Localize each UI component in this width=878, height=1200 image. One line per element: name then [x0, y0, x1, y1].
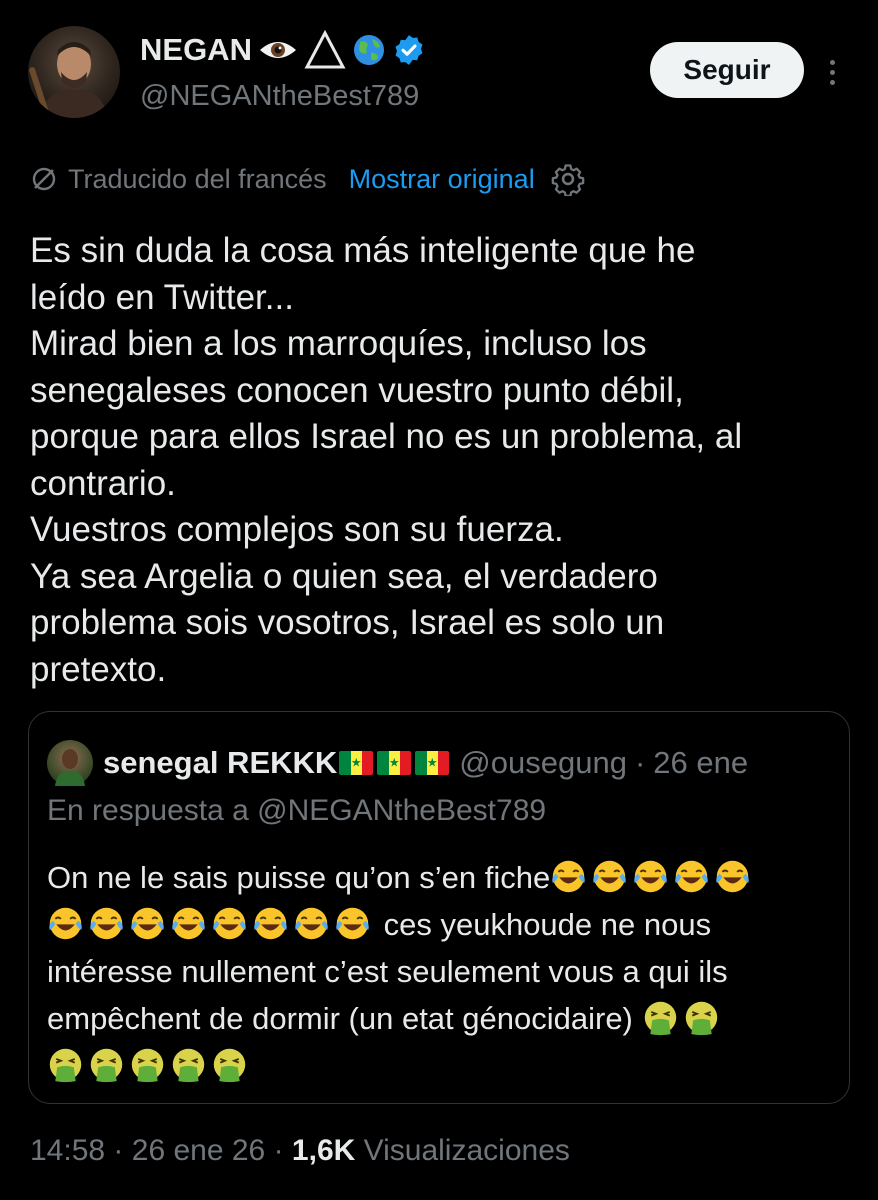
quoted-line-4: empêchent de dormir (un etat génocidaire…	[47, 995, 837, 1042]
joy-emoji-icon	[714, 858, 751, 895]
author-handle[interactable]: @NEGANtheBest789	[140, 80, 419, 113]
tweet-line: contrario.	[30, 463, 176, 503]
quoted-text: intéresse nullement c’est seulement vous…	[47, 954, 728, 989]
vomit-emoji-icon	[129, 1046, 166, 1083]
author-name[interactable]: NEGAN	[140, 32, 252, 68]
follow-button[interactable]: Seguir	[650, 42, 804, 98]
tweet-line: Mirad bien a los marroquíes, incluso los	[30, 324, 647, 363]
tweet-detail-page: NEGAN @NEGANtheBest789 Seguir Traducido …	[0, 0, 878, 1200]
joy-emoji-icon	[293, 905, 330, 942]
translation-bar: Traducido del francés Mostrar original	[30, 162, 585, 196]
tweet-line: Ya sea Argelia o quien sea, el verdadero	[30, 556, 658, 596]
tweet-line: leído en Twitter...	[30, 277, 294, 317]
show-original-link[interactable]: Mostrar original	[349, 164, 535, 195]
senegal-flag-icon: ★	[339, 751, 374, 775]
triangle-icon	[304, 30, 346, 69]
tweet-line: problema sois vosotros, Israel es solo u…	[30, 603, 665, 642]
joy-emoji-icon	[632, 858, 669, 895]
tweet-line: pretexto.	[30, 649, 167, 689]
quoted-line-5	[47, 1042, 837, 1089]
quoted-date: 26 ene	[653, 745, 749, 780]
post-date[interactable]: 26 ene 26	[132, 1134, 265, 1167]
joy-emoji-icon	[673, 858, 710, 895]
gear-icon[interactable]	[551, 162, 585, 196]
quoted-tweet[interactable]: senegal REKKK ★ ★ ★ @ousegung · 26 ene E…	[28, 711, 850, 1104]
quoted-author-avatar[interactable]	[47, 740, 93, 786]
author-name-row[interactable]: NEGAN	[140, 30, 426, 70]
eye-icon	[259, 42, 296, 58]
quoted-author-handle[interactable]: @ousegung	[459, 745, 627, 781]
author-avatar[interactable]	[28, 26, 120, 118]
views-label: Visualizaciones	[363, 1134, 570, 1167]
joy-emoji-icon	[334, 905, 371, 942]
globe-icon	[353, 35, 384, 65]
vomit-emoji-icon	[642, 999, 679, 1036]
quoted-text: On ne le sais puisse qu’on s’en fiche	[47, 860, 551, 895]
footer-separator: ·	[113, 1134, 124, 1167]
avatar-portrait-icon	[29, 42, 108, 118]
quoted-text: empêchent de dormir (un etat génocidaire…	[47, 1001, 642, 1036]
quoted-line-1: On ne le sais puisse qu’on s’en fiche	[47, 854, 837, 901]
joy-emoji-icon	[88, 905, 125, 942]
quoted-separator: ·	[634, 745, 646, 780]
joy-emoji-icon	[252, 905, 289, 942]
quoted-line-3: intéresse nullement c’est seulement vous…	[47, 948, 837, 995]
more-options-icon[interactable]	[818, 52, 846, 92]
joy-emoji-icon	[129, 905, 166, 942]
vomit-emoji-icon	[211, 1046, 248, 1083]
views-count[interactable]: 1,6K	[292, 1134, 355, 1167]
reply-context: En respuesta a @NEGANtheBest789	[47, 794, 547, 827]
avatar-portrait-icon	[55, 749, 85, 786]
senegal-flags: ★ ★ ★	[339, 751, 450, 775]
quoted-text: ces yeukhoude ne nous	[375, 907, 712, 942]
joy-emoji-icon	[211, 905, 248, 942]
senegal-flag-icon: ★	[377, 751, 412, 775]
footer-separator: ·	[273, 1134, 284, 1167]
verified-badge-icon	[395, 35, 423, 65]
joy-emoji-icon	[550, 858, 587, 895]
senegal-flag-icon: ★	[415, 751, 450, 775]
tweet-line: Es sin duda la cosa más inteligente que …	[30, 231, 696, 270]
quoted-line-2: ces yeukhoude ne nous	[47, 901, 837, 948]
joy-emoji-icon	[170, 905, 207, 942]
joy-emoji-icon	[47, 905, 84, 942]
quoted-body: On ne le sais puisse qu’on s’en fiche ce…	[47, 854, 837, 1089]
tweet-line: porque para ellos Israel no es un proble…	[30, 417, 743, 456]
quoted-author-name[interactable]: senegal REKKK	[103, 745, 337, 781]
vomit-emoji-icon	[47, 1046, 84, 1083]
vomit-emoji-icon	[88, 1046, 125, 1083]
tweet-body: Es sin duda la cosa más inteligente que …	[30, 228, 850, 693]
tweet-line: Vuestros complejos son su fuerza.	[30, 510, 564, 549]
post-time[interactable]: 14:58	[30, 1134, 105, 1167]
tweet-line: senegaleses conocen vuestro punto débil,	[30, 370, 684, 410]
quoted-header: senegal REKKK ★ ★ ★ @ousegung · 26 ene	[103, 740, 748, 786]
joy-emoji-icon	[591, 858, 628, 895]
vomit-emoji-icon	[683, 999, 720, 1036]
translation-notice: Traducido del francés	[68, 163, 327, 194]
vomit-emoji-icon	[170, 1046, 207, 1083]
translate-icon	[32, 167, 56, 191]
tweet-footer: 14:58 · 26 ene 26 · 1,6K Visualizaciones	[30, 1134, 570, 1168]
